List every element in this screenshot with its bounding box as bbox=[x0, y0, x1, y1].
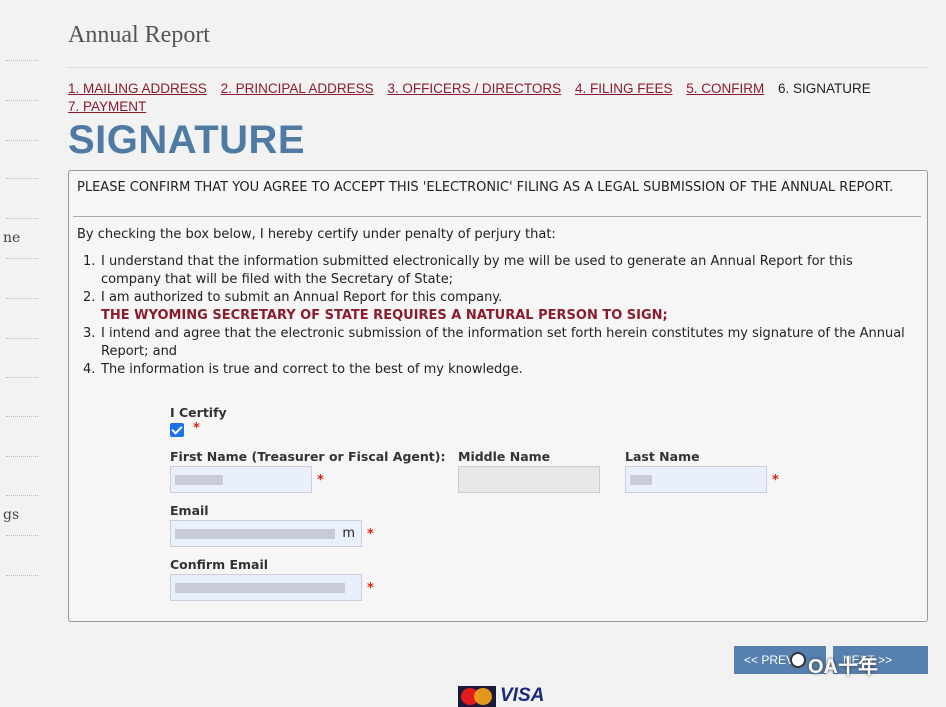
certify-checkbox[interactable] bbox=[170, 423, 184, 437]
sidebar-divider bbox=[6, 456, 38, 457]
list-item: 3. I intend and agree that the electroni… bbox=[83, 325, 913, 361]
step-link-mailing-address[interactable]: 1. MAILING ADDRESS bbox=[68, 81, 207, 96]
step-navigation: 1. MAILING ADDRESS 2. PRINCIPAL ADDRESS … bbox=[68, 80, 928, 116]
middle-name-field[interactable] bbox=[458, 466, 600, 493]
confirm-email-field[interactable] bbox=[170, 574, 362, 601]
redacted-value bbox=[630, 475, 652, 485]
list-text: I am authorized to submit an Annual Repo… bbox=[101, 290, 503, 305]
list-item: 2. I am authorized to submit an Annual R… bbox=[83, 289, 913, 325]
sidebar-divider bbox=[6, 178, 38, 179]
list-number: 1. bbox=[83, 254, 96, 269]
sidebar-divider bbox=[6, 575, 38, 576]
email-field[interactable]: m bbox=[170, 520, 362, 547]
signature-panel: PLEASE CONFIRM THAT YOU AGREE TO ACCEPT … bbox=[68, 170, 928, 622]
first-name-label: First Name (Treasurer or Fiscal Agent): bbox=[170, 449, 446, 464]
sidebar-divider bbox=[6, 60, 38, 61]
list-text: I intend and agree that the electronic s… bbox=[101, 326, 905, 359]
redacted-value bbox=[175, 529, 335, 539]
sidebar-divider bbox=[6, 535, 38, 536]
last-name-label: Last Name bbox=[625, 449, 700, 464]
page-title: Annual Report bbox=[68, 22, 210, 48]
panel-divider bbox=[73, 216, 921, 217]
middle-name-label: Middle Name bbox=[458, 449, 551, 464]
confirm-notice: PLEASE CONFIRM THAT YOU AGREE TO ACCEPT … bbox=[77, 180, 894, 195]
required-marker: * bbox=[193, 421, 200, 436]
list-text: I understand that the information submit… bbox=[101, 254, 853, 287]
list-item: 1. I understand that the information sub… bbox=[83, 253, 913, 289]
step-link-confirm[interactable]: 5. CONFIRM bbox=[686, 81, 764, 96]
sidebar-divider bbox=[6, 100, 38, 101]
natural-person-warning: THE WYOMING SECRETARY OF STATE REQUIRES … bbox=[101, 308, 668, 323]
confirm-email-label: Confirm Email bbox=[170, 557, 269, 572]
watermark-text: OA十年 bbox=[808, 656, 878, 678]
required-marker: * bbox=[367, 581, 374, 596]
list-item: 4. The information is true and correct t… bbox=[83, 361, 913, 379]
email-label: Email bbox=[170, 503, 209, 518]
sidebar-divider bbox=[6, 258, 38, 259]
step-link-filing-fees[interactable]: 4. FILING FEES bbox=[575, 81, 673, 96]
certification-intro: By checking the box below, I hereby cert… bbox=[77, 227, 556, 242]
section-heading: SIGNATURE bbox=[68, 118, 306, 162]
sidebar-item-fragment[interactable]: gs bbox=[3, 507, 19, 523]
email-visible-suffix: m bbox=[342, 526, 355, 541]
sidebar-divider bbox=[6, 338, 38, 339]
visa-logo: VISA bbox=[500, 685, 545, 706]
redacted-value bbox=[175, 475, 223, 485]
sidebar-divider bbox=[6, 298, 38, 299]
sidebar-divider bbox=[6, 140, 38, 141]
list-number: 4. bbox=[83, 362, 96, 377]
list-text: The information is true and correct to t… bbox=[101, 362, 523, 377]
sidebar-divider bbox=[6, 377, 38, 378]
mastercard-icon bbox=[458, 686, 496, 707]
sidebar-divider bbox=[6, 218, 38, 219]
step-link-payment[interactable]: 7. PAYMENT bbox=[68, 99, 146, 114]
title-divider bbox=[66, 67, 928, 68]
last-name-field[interactable] bbox=[625, 466, 767, 493]
certify-label: I Certify bbox=[170, 405, 227, 420]
redacted-value bbox=[175, 583, 345, 593]
step-current-signature: 6. SIGNATURE bbox=[778, 81, 871, 96]
required-marker: * bbox=[772, 473, 779, 488]
list-number: 3. bbox=[83, 326, 96, 341]
required-marker: * bbox=[317, 473, 324, 488]
wechat-icon bbox=[790, 652, 806, 668]
sidebar-divider bbox=[6, 416, 38, 417]
required-marker: * bbox=[367, 527, 374, 542]
step-link-officers-directors[interactable]: 3. OFFICERS / DIRECTORS bbox=[387, 81, 561, 96]
step-link-principal-address[interactable]: 2. PRINCIPAL ADDRESS bbox=[221, 81, 374, 96]
sidebar-divider bbox=[6, 495, 38, 496]
certification-list: 1. I understand that the information sub… bbox=[83, 253, 913, 379]
first-name-field[interactable] bbox=[170, 466, 312, 493]
left-sidebar: ne gs bbox=[0, 0, 40, 707]
sidebar-item-fragment[interactable]: ne bbox=[3, 230, 20, 246]
list-number: 2. bbox=[83, 290, 96, 305]
